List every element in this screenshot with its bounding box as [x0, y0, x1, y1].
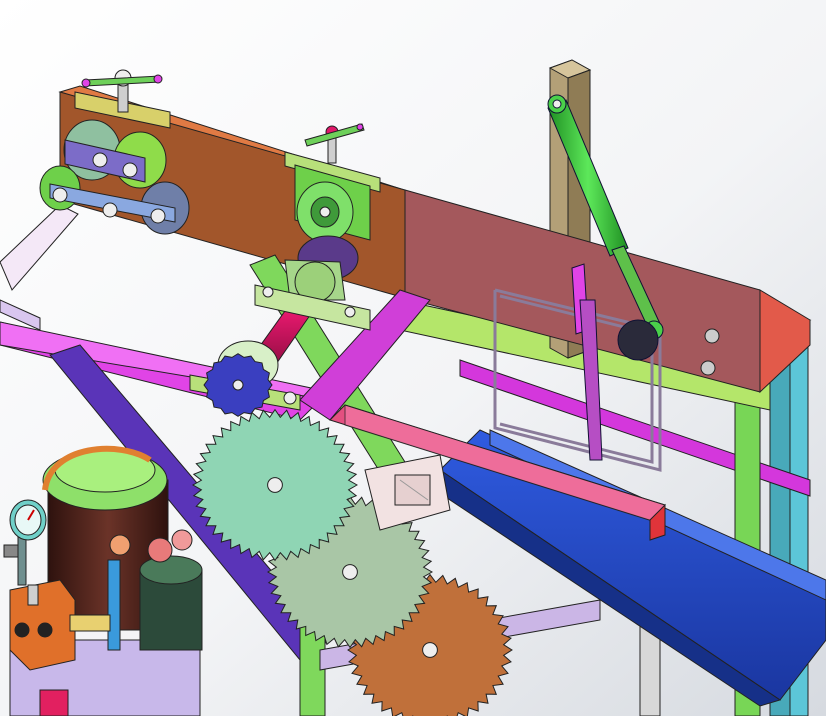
- navy-pinion-gear: [203, 353, 273, 417]
- bolt-icon: [92, 152, 108, 168]
- mint-gear-hub: [267, 477, 283, 493]
- bolt-icon: [102, 202, 118, 218]
- bolt-icon: [262, 286, 274, 298]
- copper-gear-hub: [422, 642, 438, 658]
- sage-gear-hub: [342, 564, 358, 580]
- bolt-icon: [283, 391, 297, 405]
- bolt-icon: [52, 187, 68, 203]
- cad-assembly-view: [0, 0, 826, 716]
- assembly-drawing: [0, 0, 826, 716]
- bolt-icon: [344, 306, 356, 318]
- bolt-icon: [704, 328, 720, 344]
- bolt-icon: [122, 162, 138, 178]
- navy-pinion-gear-hub: [232, 379, 244, 391]
- bolt-icon: [700, 360, 716, 376]
- bolt-icon: [150, 208, 166, 224]
